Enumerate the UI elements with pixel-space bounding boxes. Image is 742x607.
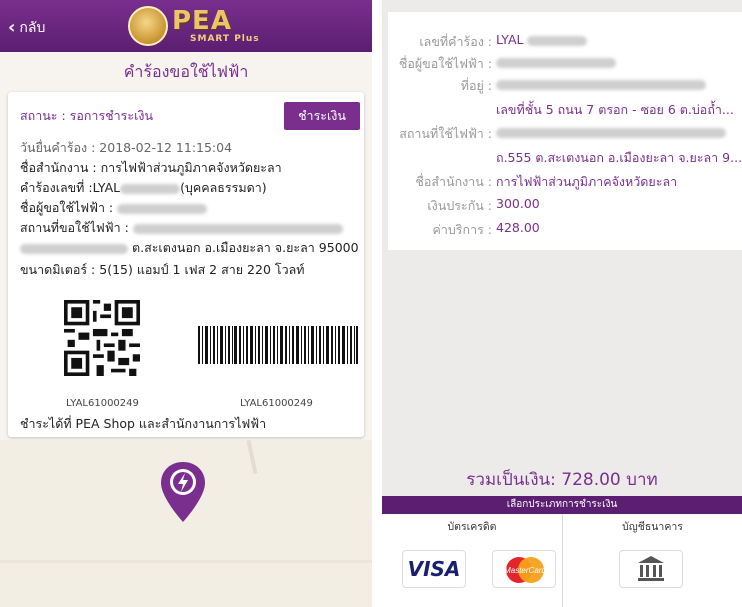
- logo-subtext: SMART Plus: [190, 34, 260, 44]
- applicant-name: ชื่อผู้ขอใช้ไฟฟ้า :: [20, 198, 208, 218]
- total-amount: รวมเป็นเงิน: 728.00 บาท: [466, 470, 658, 490]
- map-road: [246, 439, 258, 475]
- office-name: ชื่อสำนักงาน : การไฟฟ้าส่วนภูมิภาคจังหวั…: [20, 160, 282, 175]
- bank-icon: [638, 556, 664, 581]
- detail-value: [496, 124, 726, 139]
- redacted-text: [132, 223, 343, 234]
- qr-code-label: LYAL61000249: [66, 398, 139, 409]
- payment-summary-screen: เลขที่คำร้อง : LYAL ชื่อผู้ขอใช้ไฟฟ้า : …: [382, 0, 742, 607]
- request-type: (บุคคลธรรมดา): [180, 180, 267, 195]
- detail-label: เงินประกัน :: [427, 198, 492, 213]
- bank-account-column: บัญชีธนาคาร: [562, 514, 742, 607]
- location-line-2: ต.สะเตงนอก อ.เมืองยะลา จ.ยะลา 95000: [20, 238, 359, 258]
- detail-label: เลขที่คำร้อง :: [419, 34, 492, 49]
- visa-button[interactable]: VISA: [402, 550, 466, 588]
- pea-logo: PEA SMART Plus: [128, 4, 268, 48]
- detail-value: [496, 54, 616, 69]
- location-line-1: สถานที่ขอใช้ไฟฟ้า :: [20, 218, 343, 238]
- detail-label: ที่อยู่ :: [460, 78, 492, 93]
- location-label: สถานที่ขอใช้ไฟฟ้า :: [20, 220, 129, 235]
- barcode: [198, 326, 358, 364]
- request-summary-card: เลขที่คำร้อง : LYAL ชื่อผู้ขอใช้ไฟฟ้า : …: [388, 12, 742, 250]
- mastercard-label: MasterCard: [504, 566, 546, 575]
- pea-emblem-icon: [128, 6, 168, 46]
- lightning-pin-icon[interactable]: [158, 460, 208, 524]
- request-card: สถานะ : รอการชำระเงิน ชำระเงิน วันยื่นคำ…: [8, 92, 364, 437]
- detail-label: ชื่อผู้ขอใช้ไฟฟ้า :: [398, 56, 492, 71]
- detail-label: ค่าบริการ :: [432, 222, 492, 237]
- request-detail-screen: ‹ กลับ PEA SMART Plus คำร้องขอใช้ไฟฟ้า ส…: [0, 0, 372, 607]
- applicant-label: ชื่อผู้ขอใช้ไฟฟ้า :: [20, 200, 114, 215]
- redacted-text: [117, 203, 208, 214]
- logo-text: PEA: [172, 6, 232, 36]
- barcode-label: LYAL61000249: [240, 398, 313, 409]
- redacted-text: [20, 243, 128, 254]
- detail-value: 300.00: [496, 196, 540, 211]
- request-number: คำร้องเลขที่ :LYAL (บุคคลธรรมดา): [20, 178, 267, 198]
- location-tail: ต.สะเตงนอก อ.เมืองยะลา จ.ยะลา 95000: [131, 240, 359, 255]
- map-road: [0, 560, 372, 563]
- mastercard-icon: MasterCard: [504, 557, 546, 583]
- detail-value: LYAL: [496, 32, 588, 47]
- bank-account-title: บัญชีธนาคาร: [622, 521, 683, 533]
- bank-button[interactable]: [619, 550, 683, 588]
- detail-value: การไฟฟ้าส่วนภูมิภาคจังหวัดยะลา: [496, 174, 678, 189]
- payment-location-note: ชำระได้ที่ PEA Shop และสำนักงานการไฟฟ้า: [20, 416, 267, 431]
- detail-value: [496, 76, 706, 91]
- status-text: สถานะ : รอการชำระเงิน: [20, 108, 154, 123]
- detail-value: ถ.555 ต.สะเตงนอก อ.เมืองยะลา จ.ยะลา 9...: [496, 150, 742, 165]
- mastercard-button[interactable]: MasterCard: [492, 550, 556, 588]
- top-bar: ‹ กลับ PEA SMART Plus: [0, 0, 372, 52]
- request-date: วันยื่นคำร้อง : 2018-02-12 11:15:04: [20, 140, 233, 155]
- qr-code: [64, 300, 140, 376]
- detail-value: 428.00: [496, 220, 540, 235]
- meter-size: ขนาดมิเตอร์ : 5(15) แอมป์ 1 เฟส 2 สาย 22…: [20, 262, 305, 277]
- payment-methods: บัตรเครดิต VISA MasterCard บัญชีธนาคาร: [382, 514, 742, 607]
- detail-value: เลขที่ชั้น 5 ถนน 7 ตรอก - ซอย 6 ต.บ่อถ้ำ…: [496, 102, 734, 117]
- credit-card-title: บัตรเครดิต: [447, 521, 497, 533]
- back-label: กลับ: [19, 20, 46, 36]
- detail-label: ชื่อสำนักงาน :: [415, 174, 492, 189]
- pay-button[interactable]: ชำระเงิน: [284, 102, 360, 130]
- screen-divider: [372, 0, 382, 607]
- request-number-label: คำร้องเลขที่ :LYAL: [20, 180, 121, 195]
- credit-card-column: บัตรเครดิต VISA MasterCard: [382, 514, 562, 607]
- visa-label: VISA: [407, 557, 461, 581]
- payment-method-header: เลือกประเภทการชำระเงิน: [382, 496, 742, 514]
- page-title: คำร้องขอใช้ไฟฟ้า: [123, 62, 249, 81]
- detail-label: สถานที่ใช้ไฟฟ้า :: [399, 126, 492, 141]
- back-button[interactable]: ‹ กลับ: [8, 17, 45, 39]
- chevron-left-icon: ‹: [8, 17, 16, 38]
- redacted-text: [120, 183, 181, 194]
